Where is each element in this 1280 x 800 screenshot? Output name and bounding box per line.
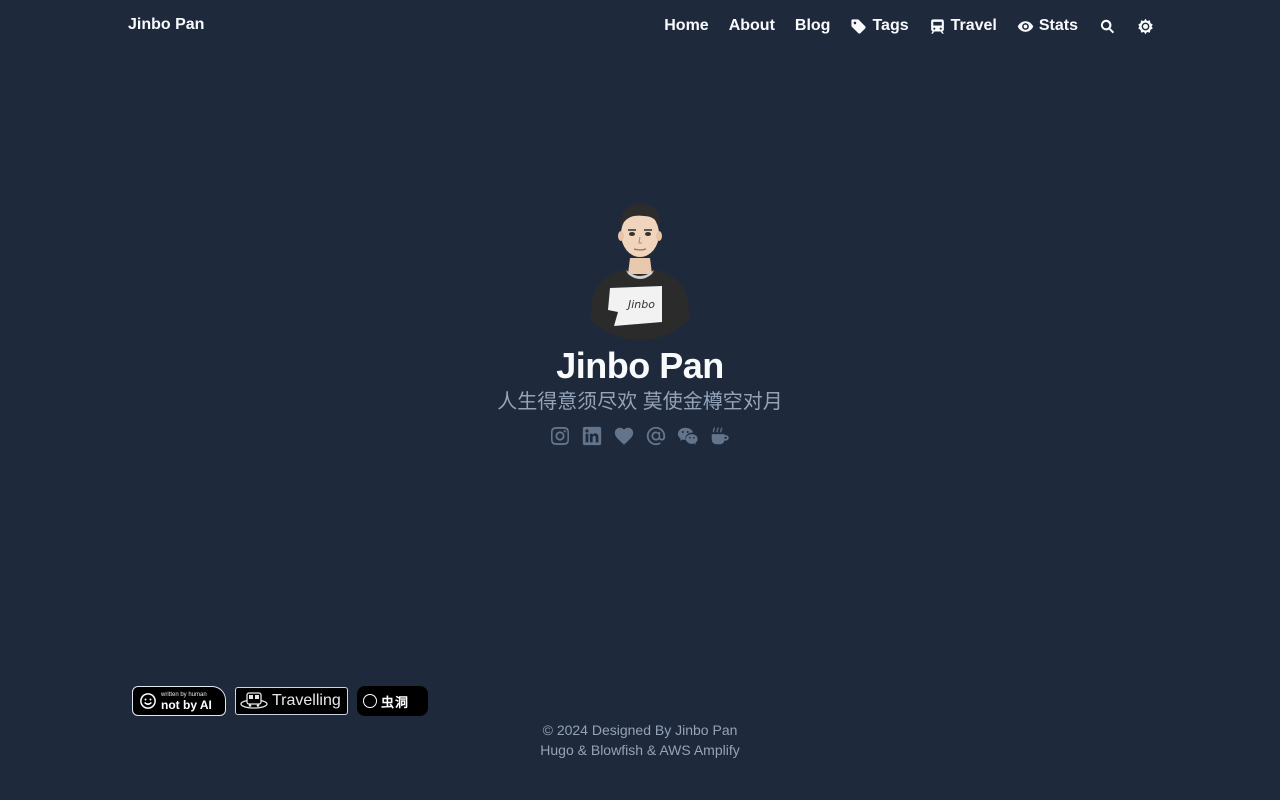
smile-icon [140,693,156,709]
nav-home[interactable]: Home [664,17,708,35]
hero-motto: 人生得意须尽欢 莫使金樽空对月 [497,391,783,413]
linkedin-icon[interactable] [581,424,603,448]
nav-stats-label: Stats [1038,17,1078,34]
brand-link[interactable]: Jinbo Pan [128,16,204,34]
tag-icon [850,18,867,35]
page: Jinbo Pan Home About Blog Tags Travel St… [0,0,1280,800]
nav-tags-label: Tags [872,17,909,34]
hero-name: Jinbo Pan [556,345,724,386]
not-by-ai-big: not by AI [161,697,212,712]
coffee-icon[interactable] [709,424,731,448]
not-by-ai-badge[interactable]: written by human not by AI [132,686,226,716]
wormhole-label: 虫洞 [381,694,410,710]
travelling-label: Travelling [272,692,341,709]
nav-blog-label: Blog [794,17,831,34]
nav-travel-label: Travel [950,17,997,34]
eye-icon [1017,18,1034,35]
social-links [549,424,731,448]
sun-icon[interactable] [1136,17,1154,35]
instagram-icon[interactable] [549,424,571,448]
nav-about-label: About [728,17,775,34]
heart-icon[interactable] [613,424,635,448]
circle-icon [363,694,377,708]
nav-home-label: Home [664,17,709,34]
train-icon [929,18,946,35]
nav-blog[interactable]: Blog [795,17,831,35]
copyright-line-2: Hugo & Blowfish & AWS Amplify [540,742,740,758]
nav-stats[interactable]: Stats [1017,17,1078,35]
avatar-shirt-text: Jinbo [626,298,655,311]
search-icon[interactable] [1098,17,1116,35]
at-icon[interactable] [645,424,667,448]
train-planet-icon [240,692,268,709]
not-by-ai-small: written by human [161,691,207,698]
wechat-icon[interactable] [677,424,699,448]
footer-badges: written by human not by AI Travelling 虫洞 [132,686,428,716]
nav-tags[interactable]: Tags [850,17,909,35]
nav-about[interactable]: About [729,17,775,35]
travelling-badge[interactable]: Travelling [235,687,348,715]
wormhole-badge[interactable]: 虫洞 [357,686,428,716]
hero: Jinbo Jinbo Pan 人生得意须尽欢 莫使金樽空对月 [0,200,1280,448]
avatar: Jinbo [570,200,710,340]
copyright-line-1: © 2024 Designed By Jinbo Pan [542,722,738,738]
site-header: Jinbo Pan Home About Blog Tags Travel St… [0,0,1280,52]
nav-travel[interactable]: Travel [929,17,997,35]
main-nav: Home About Blog Tags Travel Stats [664,14,1154,38]
copyright: © 2024 Designed By Jinbo Pan Hugo & Blow… [0,720,1280,760]
